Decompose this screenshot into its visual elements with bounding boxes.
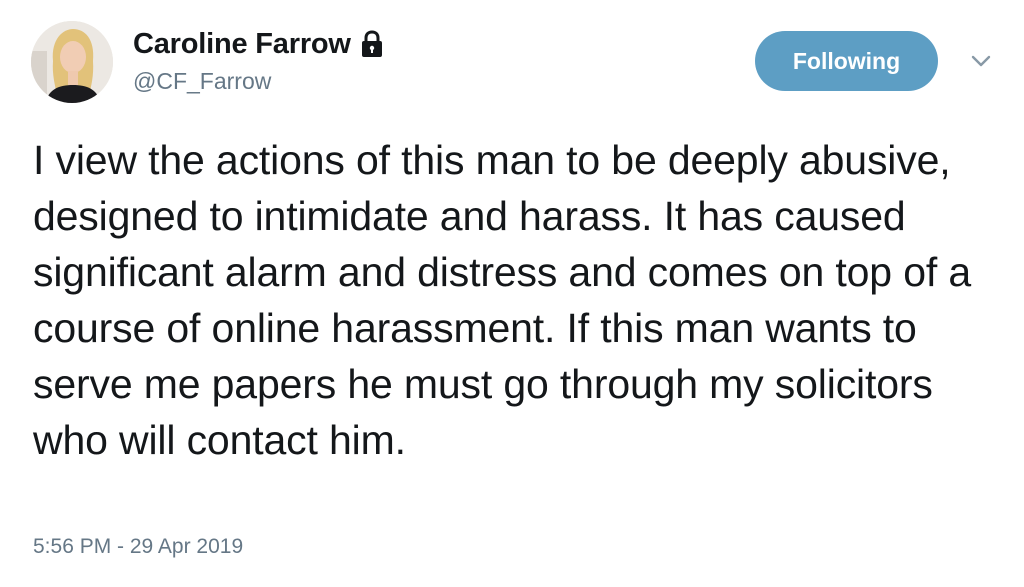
user-handle[interactable]: @CF_Farrow: [133, 68, 385, 95]
lock-icon: [359, 29, 385, 59]
tweet-text: I view the actions of this man to be dee…: [33, 137, 971, 463]
display-name[interactable]: Caroline Farrow: [133, 28, 351, 61]
chevron-down-icon[interactable]: [966, 50, 996, 72]
following-button[interactable]: Following: [755, 31, 938, 91]
avatar[interactable]: [31, 21, 113, 103]
author-block: Caroline Farrow @CF_Farrow: [133, 26, 385, 95]
profile-photo-icon: [31, 21, 113, 103]
tweet-timestamp[interactable]: 5:56 PM - 29 Apr 2019: [33, 535, 243, 559]
tweet-card: Caroline Farrow @CF_Farrow Following I v…: [0, 0, 1024, 587]
display-name-row: Caroline Farrow: [133, 26, 385, 62]
